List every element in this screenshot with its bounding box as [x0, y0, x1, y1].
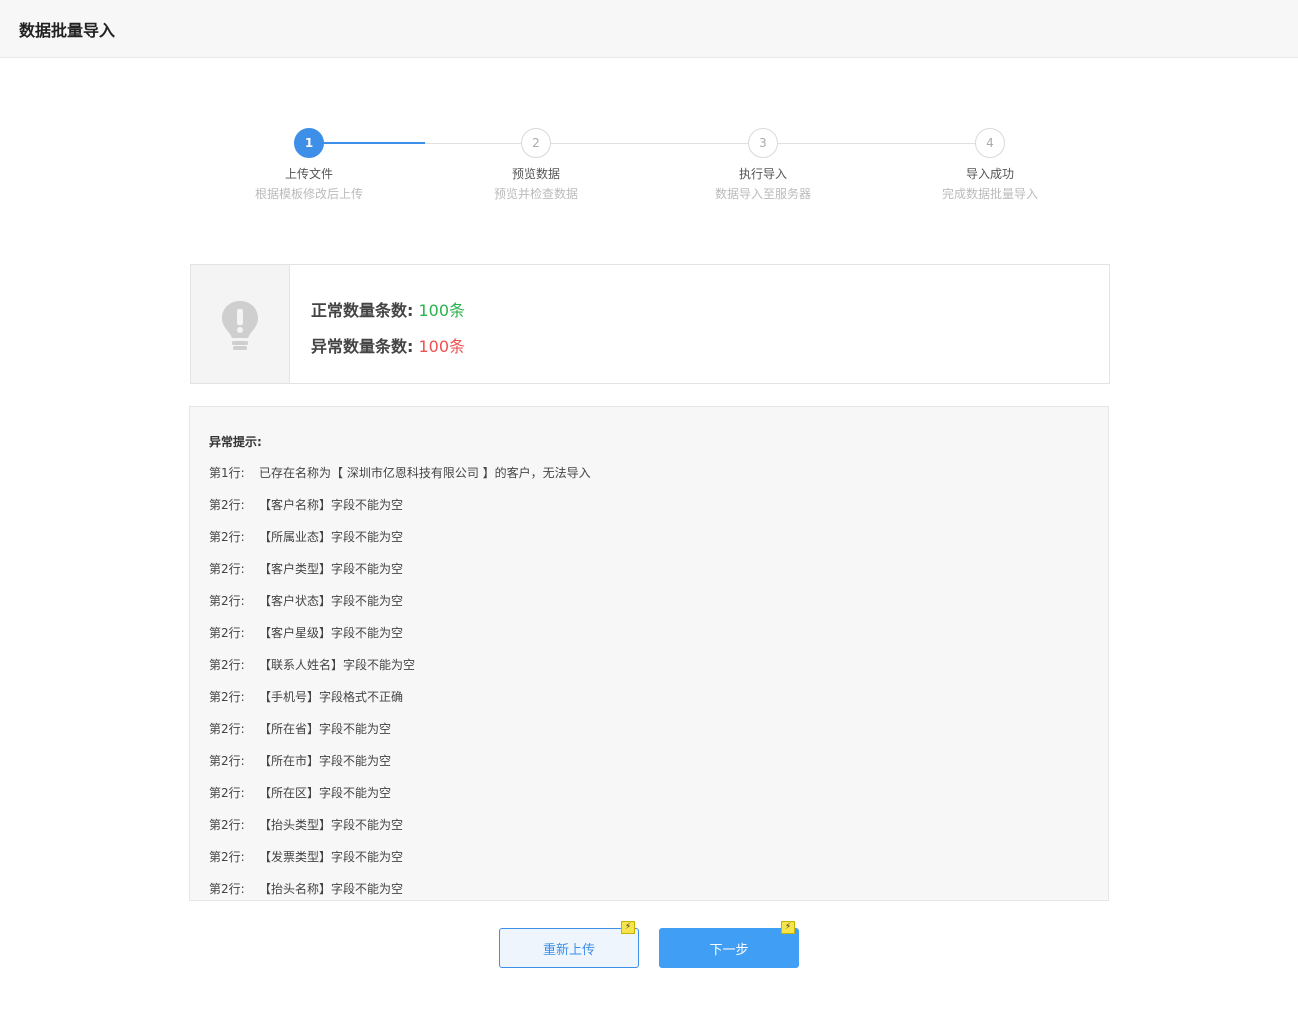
lightning-icon: ⚡ — [621, 921, 635, 934]
step-3-number: 3 — [748, 128, 778, 158]
lightning-icon: ⚡ — [781, 921, 795, 934]
list-item: 第2行: 【客户类型】字段不能为空 — [209, 562, 404, 576]
list-item: 第2行: 【所在省】字段不能为空 — [209, 722, 392, 736]
reupload-button-label: 重新上传 — [542, 942, 595, 958]
list-item: 第2行: 【客户名称】字段不能为空 — [209, 498, 404, 512]
normal-count-row: 正常数量条数: 100条 — [311, 297, 465, 321]
next-step-button[interactable]: 下一步 ⚡ — [659, 921, 799, 968]
step-progress-line — [323, 142, 425, 144]
step-4-number: 4 — [975, 128, 1005, 158]
normal-count-value: 100条 — [418, 301, 466, 320]
abnormal-count-row: 异常数量条数: 100条 — [311, 333, 465, 357]
list-item: 第2行: 【抬头名称】字段不能为空 — [209, 882, 404, 896]
step-1-title: 上传文件 — [284, 167, 333, 181]
list-item: 第2行: 【客户星级】字段不能为空 — [209, 626, 404, 640]
abnormal-count-value: 100条 — [418, 337, 466, 356]
reupload-button[interactable]: 重新上传 ⚡ — [499, 921, 639, 968]
list-item: 第1行: 已存在名称为【 深圳市亿恩科技有限公司 】的客户，无法导入 — [209, 466, 591, 480]
lightbulb-alert-icon — [222, 301, 258, 350]
step-4-title: 导入成功 — [965, 167, 1014, 181]
list-item: 第2行: 【手机号】字段格式不正确 — [209, 690, 404, 704]
list-item: 第2行: 【所在区】字段不能为空 — [209, 786, 392, 800]
normal-count-label: 正常数量条数: — [311, 301, 414, 320]
list-item: 第2行: 【客户状态】字段不能为空 — [209, 594, 404, 608]
step-3-title: 执行导入 — [738, 167, 787, 181]
step-2-title: 预览数据 — [511, 167, 560, 181]
step-line-1-2 — [425, 143, 521, 144]
list-item: 第2行: 【所属业态】字段不能为空 — [209, 530, 404, 544]
list-item: 第2行: 【抬头类型】字段不能为空 — [209, 818, 404, 832]
list-item: 第2行: 【发票类型】字段不能为空 — [209, 850, 404, 864]
import-steps: 1 上传文件 根据模板修改后上传 2 预览数据 预览并检查数据 3 执行导入 数… — [0, 0, 1298, 220]
summary-icon-area — [191, 265, 290, 383]
step-2-desc: 预览并检查数据 — [493, 187, 578, 201]
step-1-desc: 根据模板修改后上传 — [254, 187, 363, 201]
error-list: 第1行: 已存在名称为【 深圳市亿恩科技有限公司 】的客户，无法导入 第2行: 【客… — [209, 465, 591, 900]
step-line-3-4 — [778, 143, 975, 144]
abnormal-count-label: 异常数量条数: — [311, 337, 414, 356]
list-item: 第2行: 【所在市】字段不能为空 — [209, 754, 392, 768]
next-step-button-label: 下一步 — [709, 942, 749, 958]
step-line-2-3 — [551, 143, 748, 144]
import-summary: 正常数量条数: 100条 异常数量条数: 100条 — [190, 264, 1110, 384]
step-2-number: 2 — [521, 128, 551, 158]
list-item: 第2行: 【联系人姓名】字段不能为空 — [209, 658, 416, 672]
error-heading: 异常提示: — [209, 435, 262, 449]
step-4-desc: 完成数据批量导入 — [941, 187, 1038, 201]
step-1-number: 1 — [294, 128, 324, 158]
step-3-desc: 数据导入至服务器 — [714, 187, 811, 201]
error-list-panel[interactable]: 异常提示: 第1行: 已存在名称为【 深圳市亿恩科技有限公司 】的客户，无法导入 … — [189, 406, 1109, 901]
